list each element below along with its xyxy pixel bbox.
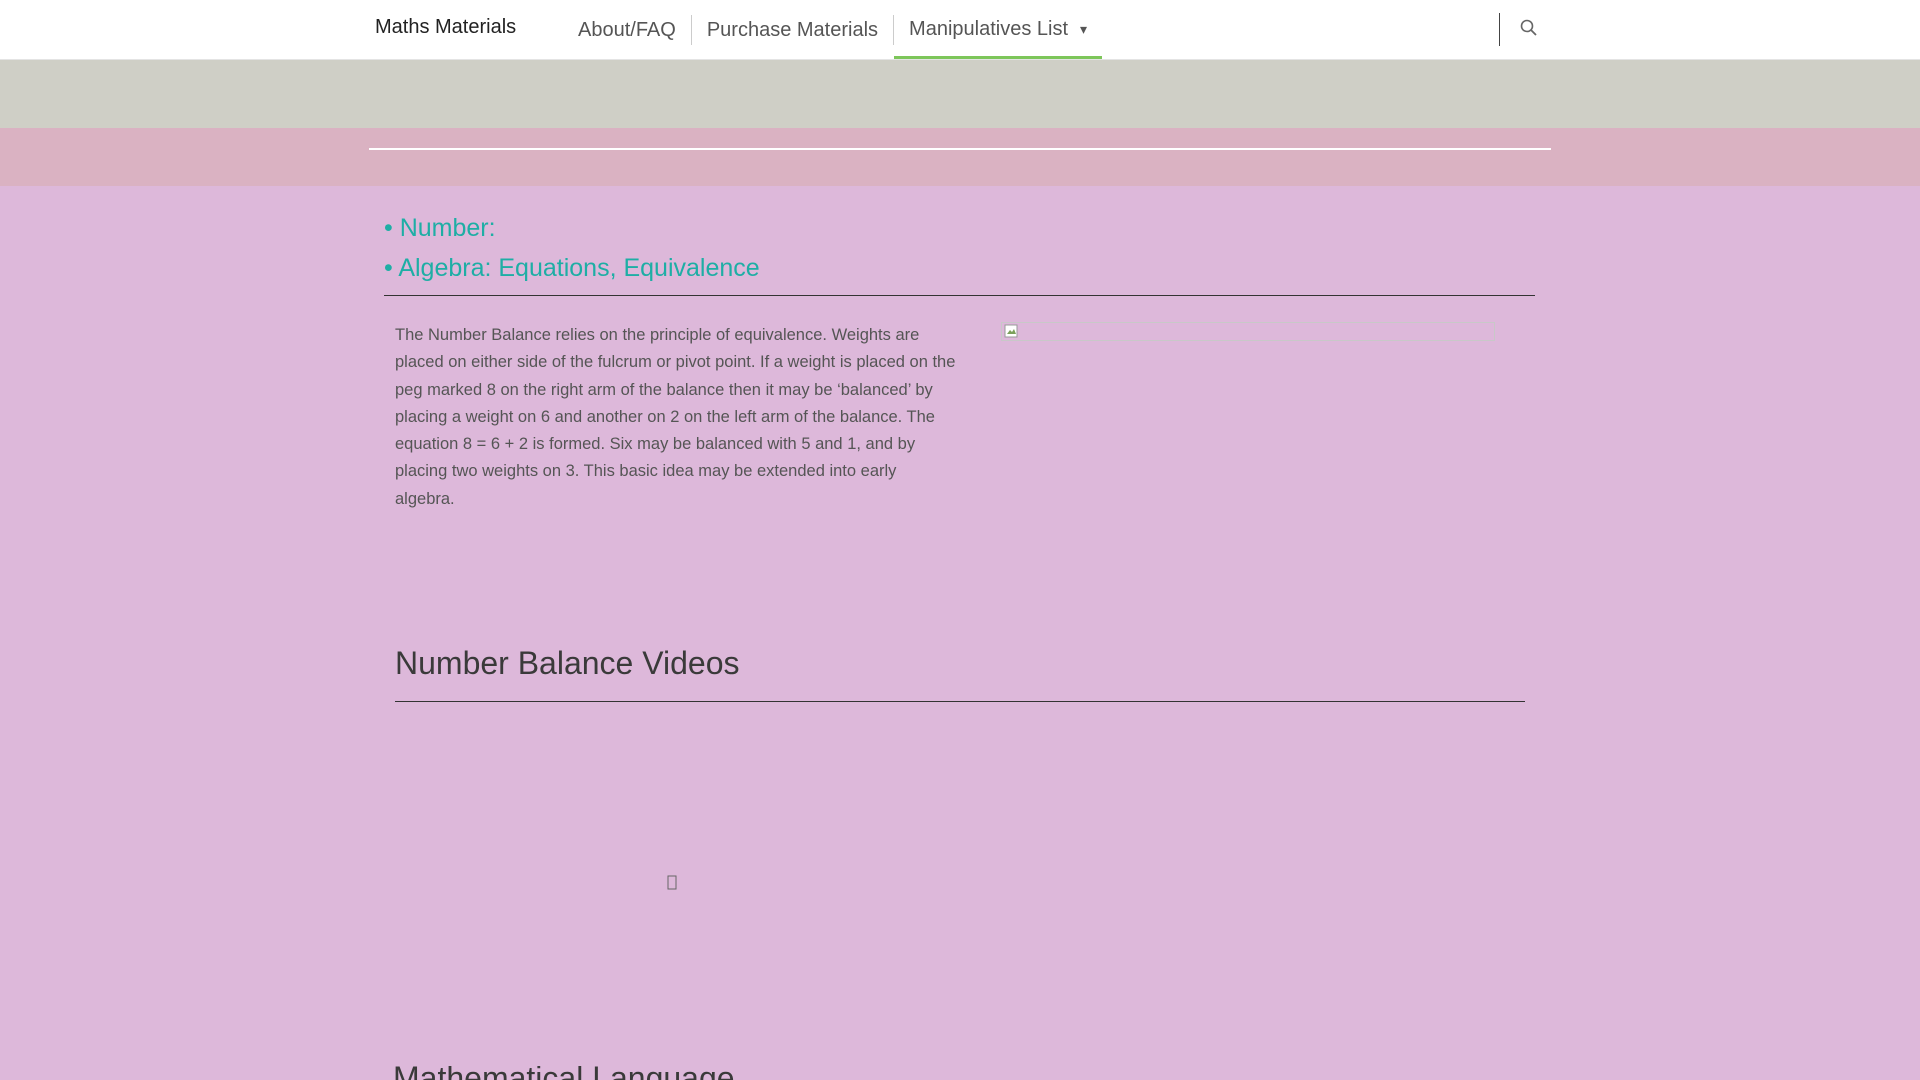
chevron-down-icon[interactable]: ▾ (1080, 0, 1087, 59)
topic-algebra-link[interactable]: • Algebra: Equations, Equivalence (384, 248, 760, 288)
video-player[interactable] (666, 874, 680, 892)
title-divider (369, 148, 1551, 150)
topic-number-link[interactable]: • Number: (384, 208, 760, 248)
topic-list: • Number: • Algebra: Equations, Equivale… (384, 208, 760, 288)
section-divider (384, 295, 1535, 296)
number-balance-image (1001, 322, 1495, 341)
site-brand-link[interactable]: Maths Materials (375, 16, 516, 39)
videos-divider (395, 701, 1525, 702)
next-section-heading: Mathematical Language (393, 1066, 735, 1080)
nav-item-purchase-materials[interactable]: Purchase Materials (692, 14, 895, 45)
header-band (0, 60, 1920, 128)
search-button[interactable] (1518, 17, 1540, 39)
nav-divider (1499, 13, 1500, 46)
play-icon (667, 875, 677, 890)
next-section-heading-text: Mathematical Language (393, 1066, 735, 1080)
nav-item-label: Manipulatives List (909, 18, 1068, 40)
search-icon (1520, 19, 1537, 36)
title-band (0, 128, 1920, 186)
broken-image-icon (1004, 324, 1018, 338)
description-text: The Number Balance relies on the princip… (395, 326, 956, 508)
videos-heading: Number Balance Videos (395, 645, 740, 681)
nav-item-about-faq[interactable]: About/FAQ (563, 14, 692, 45)
nav-item-manipulatives-list[interactable]: Manipulatives List ▾ (894, 0, 1103, 59)
top-navigation-bar: Maths Materials About/FAQ Purchase Mater… (0, 0, 1920, 60)
main-nav: About/FAQ Purchase Materials Manipulativ… (563, 0, 1103, 59)
